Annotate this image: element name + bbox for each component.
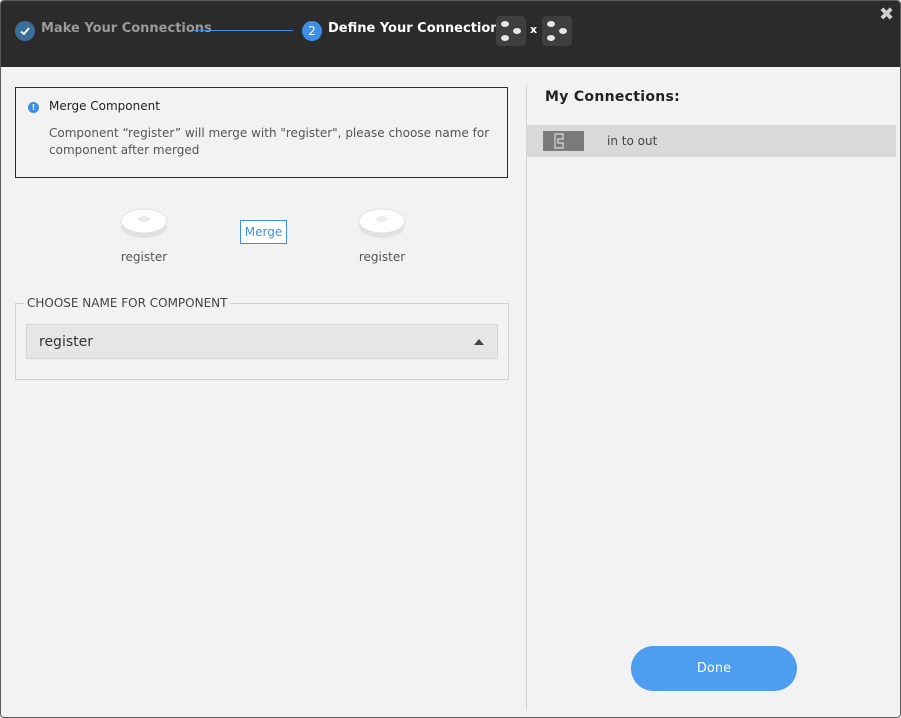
merge-notice: ! Merge Component Component “register” w… bbox=[15, 87, 508, 178]
component-node-graph-icon bbox=[542, 16, 572, 46]
right-component: register bbox=[352, 206, 412, 264]
connection-item[interactable]: in to out bbox=[527, 125, 896, 157]
step2-label: Define Your Connections bbox=[328, 21, 508, 36]
done-button[interactable]: Done bbox=[631, 646, 797, 691]
right-component-label: register bbox=[358, 250, 406, 264]
info-icon: ! bbox=[28, 102, 39, 113]
connections-dialog: Make Your Connections 2 Define Your Conn… bbox=[0, 0, 901, 718]
component-name-select[interactable]: register bbox=[26, 324, 498, 359]
notice-body: Component “register” will merge with "re… bbox=[49, 126, 490, 157]
step2-number-badge: 2 bbox=[302, 21, 322, 41]
step-progress-line bbox=[193, 30, 293, 31]
my-connections-title: My Connections: bbox=[545, 89, 681, 105]
close-icon[interactable]: ✖ bbox=[879, 5, 894, 25]
caret-up-icon bbox=[474, 339, 484, 345]
merge-button[interactable]: Merge bbox=[240, 220, 287, 244]
left-component-label: register bbox=[120, 250, 168, 264]
step1-label[interactable]: Make Your Connections bbox=[41, 21, 212, 37]
component-puck-icon bbox=[120, 208, 168, 238]
connection-icon bbox=[543, 131, 584, 151]
selected-name: register bbox=[39, 334, 93, 350]
wizard-header: Make Your Connections 2 Define Your Conn… bbox=[1, 1, 900, 67]
notice-title: Merge Component bbox=[49, 99, 160, 113]
choose-name-legend: CHOOSE NAME FOR COMPONENT bbox=[24, 296, 231, 310]
connection-label: in to out bbox=[607, 134, 658, 148]
component-puck-icon bbox=[358, 208, 406, 238]
connections-panel: My Connections: in to out Done bbox=[527, 67, 900, 717]
component-node-graph-icon bbox=[496, 16, 526, 46]
times-symbol: x bbox=[530, 23, 538, 36]
merge-panel: ! Merge Component Component “register” w… bbox=[1, 67, 526, 717]
step-complete-check-icon bbox=[15, 21, 35, 41]
choose-name-group: CHOOSE NAME FOR COMPONENT register bbox=[15, 296, 509, 380]
left-component: register bbox=[114, 206, 174, 264]
